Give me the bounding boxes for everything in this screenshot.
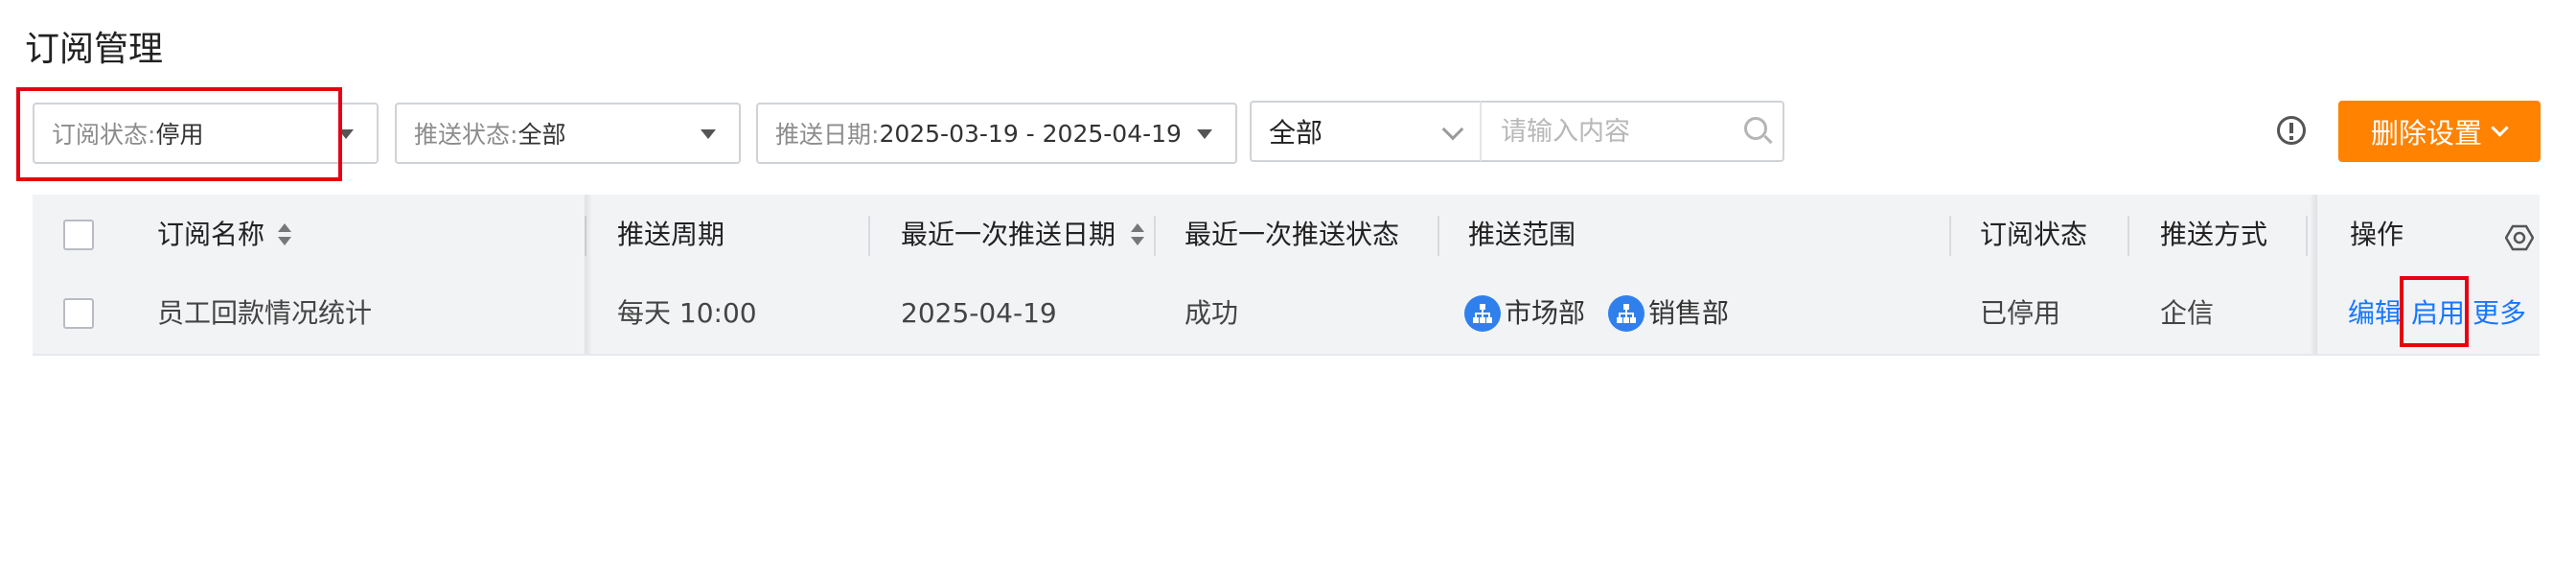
department-icon (1464, 295, 1501, 332)
row-checkbox[interactable] (63, 298, 94, 329)
cell-status: 已停用 (1980, 297, 2061, 329)
column-divider (1438, 216, 1439, 256)
push-status-filter[interactable]: 推送状态: 全部 (395, 103, 741, 164)
cell-name: 员工回款情况统计 (157, 297, 373, 329)
column-header-name: 订阅名称 (157, 219, 265, 250)
column-header-actions: 操作 (2350, 219, 2404, 250)
row-divider (33, 354, 2540, 356)
cell-last-push-date: 2025-04-19 (901, 297, 1057, 329)
column-divider (2306, 216, 2308, 256)
search-icon[interactable] (1744, 117, 1767, 140)
column-header-last-push-status: 最近一次推送状态 (1184, 219, 1400, 250)
fixed-column-shadow (2310, 195, 2317, 354)
subscription-status-filter[interactable]: 订阅状态: 停用 (33, 103, 379, 164)
column-header-method: 推送方式 (2160, 219, 2268, 250)
edit-link[interactable]: 编辑 (2348, 294, 2402, 333)
department-icon (1608, 295, 1644, 332)
search-input[interactable] (1480, 101, 1784, 162)
cell-cycle: 每天 10:00 (617, 297, 757, 329)
column-header-status: 订阅状态 (1980, 219, 2088, 250)
sort-icon[interactable] (278, 223, 291, 248)
cell-method: 企信 (2160, 297, 2215, 329)
select-all-checkbox[interactable] (63, 220, 94, 250)
delete-settings-button[interactable]: 删除设置 (2338, 101, 2541, 162)
cell-last-push-status: 成功 (1184, 297, 1239, 329)
caret-down-icon (1197, 129, 1212, 139)
chevron-down-icon (1441, 118, 1464, 141)
column-header-cycle: 推送周期 (617, 219, 725, 250)
column-divider (868, 216, 870, 256)
chevron-down-icon (2491, 119, 2509, 137)
subscription-table: 订阅名称 推送周期 最近一次推送日期 最近一次推送状态 推送范围 订阅状态 推送… (33, 195, 2540, 356)
enable-link[interactable]: 启用 (2411, 294, 2465, 333)
subscription-status-filter-label: 订阅状态: (52, 121, 156, 149)
column-settings-icon[interactable] (2505, 223, 2534, 252)
column-divider (2128, 216, 2129, 256)
more-link[interactable]: 更多 (2472, 294, 2526, 333)
scope-tag-sales: 销售部 (1648, 297, 1730, 329)
scope-tag-market: 市场部 (1505, 297, 1586, 329)
push-status-filter-value: 全部 (518, 121, 566, 149)
column-header-last-push-date: 最近一次推送日期 (901, 219, 1116, 250)
sort-icon[interactable] (1131, 223, 1144, 248)
search-scope-value: 全部 (1269, 117, 1323, 149)
push-date-filter-value: 2025-03-19 - 2025-04-19 (879, 119, 1182, 148)
column-divider (1949, 216, 1951, 256)
page-title: 订阅管理 (25, 30, 164, 69)
fixed-column-shadow (585, 195, 592, 354)
push-status-filter-label: 推送状态: (414, 121, 518, 149)
caret-down-icon (338, 129, 354, 139)
delete-settings-label: 删除设置 (2371, 119, 2483, 150)
push-date-filter-label: 推送日期: (775, 121, 880, 149)
search-scope-select[interactable]: 全部 (1250, 101, 1482, 162)
column-header-scope: 推送范围 (1468, 219, 1576, 250)
push-date-filter[interactable]: 推送日期: 2025-03-19 - 2025-04-19 (756, 103, 1237, 164)
info-icon[interactable] (2277, 116, 2306, 145)
subscription-status-filter-value: 停用 (155, 121, 204, 149)
column-divider (1154, 216, 1156, 256)
caret-down-icon (701, 129, 716, 139)
